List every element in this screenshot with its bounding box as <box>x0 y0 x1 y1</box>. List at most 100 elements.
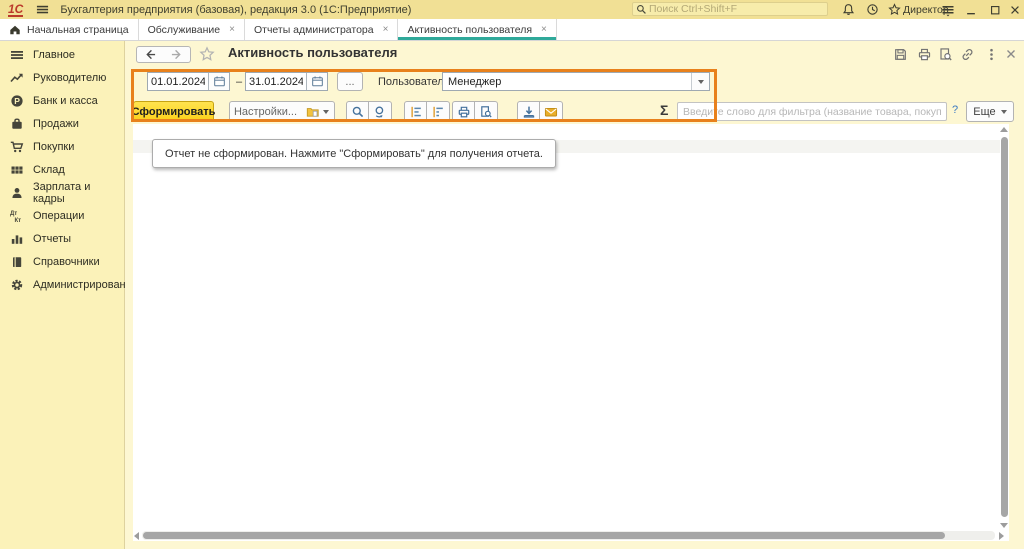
main-menu-icon[interactable] <box>36 3 49 16</box>
save-icon[interactable] <box>893 47 909 63</box>
page-title: Активность пользователя <box>228 45 397 60</box>
print-icon[interactable] <box>917 47 933 63</box>
nav-back-button[interactable] <box>136 46 164 63</box>
warehouse-grid-icon <box>10 163 24 177</box>
vscroll-up-arrow[interactable] <box>1000 127 1008 132</box>
more-dots-icon[interactable] <box>984 47 1000 63</box>
sidebar-item-sales[interactable]: Продажи <box>0 112 124 135</box>
minimize-icon[interactable] <box>961 1 981 18</box>
combo-dropdown-icon[interactable] <box>691 73 709 90</box>
dropdown-icon <box>323 110 329 114</box>
preview-icon <box>479 105 493 119</box>
report-variants-button[interactable] <box>301 101 335 122</box>
close-icon[interactable] <box>1005 1 1024 18</box>
service-menu-icon[interactable] <box>938 1 958 18</box>
sidebar-item-salary-hr[interactable]: Зарплата и кадры <box>0 181 124 204</box>
global-search-box[interactable] <box>632 2 828 16</box>
print-report-button[interactable] <box>452 101 475 122</box>
link-icon[interactable] <box>960 47 976 63</box>
sidebar-item-reports[interactable]: Отчеты <box>0 227 124 250</box>
collapse-groups-button[interactable] <box>404 101 427 122</box>
sidebar-item-operations[interactable]: ДтКт Операции <box>0 204 124 227</box>
nav-forward-button[interactable] <box>163 46 191 63</box>
sidebar-item-label: Операции <box>33 210 84 222</box>
directories-book-icon <box>10 255 24 269</box>
search-input[interactable] <box>647 3 827 15</box>
sidebar-item-warehouse[interactable]: Склад <box>0 158 124 181</box>
sales-bag-icon <box>10 117 24 131</box>
save-file-icon <box>522 105 536 119</box>
sidebar-item-main[interactable]: Главное <box>0 43 124 66</box>
period-dash: – <box>236 76 242 88</box>
horizontal-scrollbar[interactable] <box>143 532 945 539</box>
tab-label: Начальная страница <box>27 24 129 36</box>
send-mail-button[interactable] <box>540 101 563 122</box>
manager-trend-icon <box>10 71 24 85</box>
tab-admin-reports[interactable]: Отчеты администратора × <box>245 19 399 40</box>
app-window: 1С Бухгалтерия предприятия (базовая), ре… <box>0 0 1024 549</box>
sidebar-item-label: Покупки <box>33 141 74 153</box>
salary-person-icon <box>10 186 24 200</box>
quick-filter-input[interactable] <box>677 102 947 121</box>
calendar-icon[interactable] <box>306 73 327 90</box>
tab-label: Активность пользователя <box>407 24 532 36</box>
hscroll-right-arrow[interactable] <box>999 532 1004 540</box>
more-button-label: Еще <box>973 106 995 118</box>
report-variants-icon <box>306 105 320 119</box>
expand-groups-button[interactable] <box>427 101 450 122</box>
settings-button[interactable]: Настройки... <box>229 101 302 122</box>
vertical-scrollbar[interactable] <box>1001 137 1008 517</box>
home-icon <box>9 24 21 36</box>
tab-user-activity[interactable]: Активность пользователя × <box>398 19 556 40</box>
hscroll-left-arrow[interactable] <box>134 532 139 540</box>
favorites-star-icon[interactable] <box>884 1 904 18</box>
operations-dtkt-icon: ДтКт <box>10 209 24 223</box>
tab-close-icon[interactable]: × <box>541 24 547 35</box>
sidebar-item-label: Продажи <box>33 118 79 130</box>
period-to-input[interactable] <box>246 76 306 88</box>
sidebar-item-manager[interactable]: Руководителю <box>0 66 124 89</box>
preview-report-button[interactable] <box>475 101 498 122</box>
tab-close-icon[interactable]: × <box>383 24 389 35</box>
tab-home[interactable]: Начальная страница <box>0 19 139 40</box>
user-combobox[interactable]: Менеджер <box>442 72 710 91</box>
close-page-icon[interactable] <box>1004 47 1020 63</box>
sum-icon[interactable]: Σ <box>660 102 668 118</box>
sidebar-item-label: Администрирование <box>33 279 138 291</box>
vscroll-down-arrow[interactable] <box>1000 523 1008 528</box>
report-area <box>133 124 1009 541</box>
more-actions-button[interactable]: Еще <box>966 101 1014 122</box>
user-combobox-value: Менеджер <box>443 76 691 88</box>
restore-icon[interactable] <box>985 1 1005 18</box>
find-button[interactable] <box>346 101 369 122</box>
sidebar-item-administration[interactable]: Администрирование <box>0 273 124 296</box>
tab-service[interactable]: Обслуживание × <box>139 19 245 40</box>
sidebar-item-label: Зарплата и кадры <box>33 181 124 205</box>
find-icon <box>351 105 365 119</box>
expand-groups-icon <box>431 105 445 119</box>
sidebar-item-purchases[interactable]: Покупки <box>0 135 124 158</box>
favorite-star-icon[interactable] <box>199 46 215 62</box>
sidebar-item-label: Склад <box>33 164 65 176</box>
period-from-field <box>147 72 230 91</box>
svg-text:Р: Р <box>14 96 20 106</box>
calendar-icon[interactable] <box>208 73 229 90</box>
tab-close-icon[interactable]: × <box>229 24 235 35</box>
title-bar: 1С Бухгалтерия предприятия (базовая), ре… <box>0 0 1024 19</box>
sidebar-item-label: Справочники <box>33 256 100 268</box>
generate-report-button[interactable]: Сформировать <box>133 101 214 122</box>
help-link[interactable]: ? <box>952 104 958 116</box>
choose-period-button[interactable]: ... <box>337 72 363 91</box>
sidebar-item-directories[interactable]: Справочники <box>0 250 124 273</box>
search-icon <box>636 4 647 15</box>
notifications-bell-icon[interactable] <box>838 1 858 18</box>
tab-label: Отчеты администратора <box>254 24 374 36</box>
history-clock-icon[interactable] <box>862 1 882 18</box>
svg-text:Дт: Дт <box>10 211 17 217</box>
period-from-input[interactable] <box>148 76 208 88</box>
find-next-button[interactable] <box>369 101 392 122</box>
print-preview-icon[interactable] <box>938 47 954 63</box>
sidebar-item-bank-cash[interactable]: Р Банк и касса <box>0 89 124 112</box>
dropdown-icon <box>1001 110 1007 114</box>
save-report-button[interactable] <box>517 101 540 122</box>
